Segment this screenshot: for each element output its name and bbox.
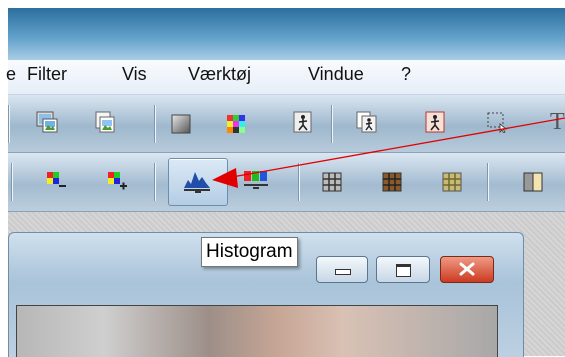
minimize-button[interactable] <box>316 256 368 283</box>
tooltip: Histogram <box>201 237 298 267</box>
close-icon <box>459 262 475 276</box>
menu-bar: e Filter Vis Værktøj Vindue ? <box>6 60 565 95</box>
maximize-button[interactable] <box>376 256 430 283</box>
toolbar-separator <box>11 163 12 201</box>
selection-icon[interactable] <box>486 111 508 133</box>
toolbar-separator <box>154 105 155 143</box>
image-color-icon[interactable] <box>36 111 58 133</box>
toolbar-separator <box>298 163 299 201</box>
menu-item-vis[interactable]: Vis <box>122 64 147 85</box>
grid-brown-icon[interactable] <box>381 171 403 193</box>
grid-gray-icon[interactable] <box>321 171 343 193</box>
toolbar-adjust <box>8 153 565 212</box>
gray-square-icon[interactable] <box>170 113 192 135</box>
color-plus-icon[interactable] <box>106 170 128 192</box>
menu-item-vindue[interactable]: Vindue <box>308 64 364 85</box>
menu-item-vaerktoej[interactable]: Værktøj <box>188 64 251 85</box>
toolbar-image: T <box>8 95 565 153</box>
split-frame-icon[interactable] <box>522 171 544 193</box>
window-title-bar <box>8 8 565 60</box>
histogram-icon <box>184 172 210 193</box>
minimize-icon <box>335 269 351 275</box>
color-minus-icon[interactable] <box>45 170 67 192</box>
close-button[interactable] <box>440 256 494 283</box>
toolbar-separator <box>331 105 332 143</box>
menu-item-filter[interactable]: Filter <box>27 64 67 85</box>
grid-olive-icon[interactable] <box>441 171 463 193</box>
color-grid-icon[interactable] <box>225 113 247 135</box>
image-canvas <box>16 305 498 357</box>
menu-item-partial[interactable]: e <box>6 64 16 85</box>
image-copy-icon[interactable] <box>94 111 116 133</box>
maximize-icon <box>396 264 411 277</box>
toolbar-separator <box>487 163 488 201</box>
figure-frame-icon[interactable] <box>292 111 314 133</box>
figure-frame-copy-icon[interactable] <box>356 111 378 133</box>
toolbar-text-partial[interactable]: T <box>550 109 565 136</box>
figure-frame-red-icon[interactable] <box>424 111 446 133</box>
rgb-histogram-icon[interactable] <box>242 168 272 196</box>
menu-item-help[interactable]: ? <box>401 64 411 85</box>
toolbar-separator <box>8 105 9 143</box>
histogram-button[interactable] <box>168 158 228 206</box>
toolbar-separator <box>154 163 155 201</box>
